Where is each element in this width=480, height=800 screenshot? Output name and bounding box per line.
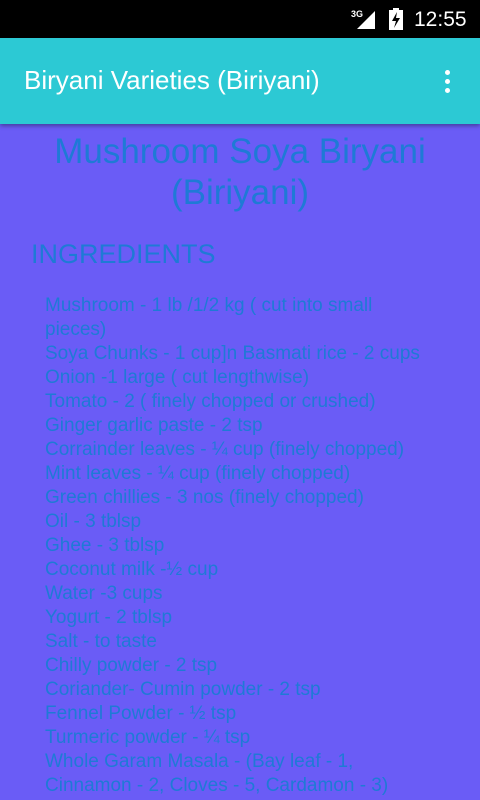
ingredient-line: Tomato - 2 ( finely chopped or crushed) xyxy=(45,391,376,412)
ingredient-line: Chilly powder - 2 tsp xyxy=(45,655,218,676)
overflow-menu-button[interactable] xyxy=(432,62,462,100)
ingredient-line: Oil - 3 tblsp xyxy=(45,511,142,532)
recipe-title-line: (Biriyani) xyxy=(170,173,310,212)
ingredient-line: Fennel Powder - ½ tsp xyxy=(45,703,237,724)
battery-charging-icon xyxy=(389,8,403,30)
ingredients-list: Mushroom - 1 lb /1/2 kg ( cut into small… xyxy=(45,294,475,798)
ingredient-line: Corrainder leaves - ¼ cup (finely choppe… xyxy=(45,439,405,460)
recipe-content[interactable]: Mushroom Soya Biryani (Biriyani) INGREDI… xyxy=(0,124,480,800)
ingredient-line: Green chillies - 3 nos (finely chopped) xyxy=(45,487,364,508)
ingredient-line: Ghee - 3 tblsp xyxy=(45,535,165,556)
ingredient-line: Mushroom - 1 lb /1/2 kg ( cut into small xyxy=(45,295,373,316)
status-time: 12:55 xyxy=(414,8,467,31)
ingredient-line: Onion -1 large ( cut lengthwise) xyxy=(45,367,310,388)
more-vert-icon xyxy=(444,69,450,75)
ingredient-line: Coriander- Cumin powder - 2 tsp xyxy=(45,679,321,700)
ingredient-line: Ginger garlic paste - 2 tsp xyxy=(45,415,263,436)
ingredient-line: pieces) xyxy=(45,319,107,340)
ingredient-line: Yogurt - 2 tblsp xyxy=(45,607,173,628)
ingredient-line: Mint leaves - ¼ cup (finely chopped) xyxy=(45,463,351,484)
recipe-title: Mushroom Soya Biryani (Biriyani) xyxy=(0,131,480,213)
ingredient-line: Turmeric powder - ¼ tsp xyxy=(45,727,251,748)
recipe-title-line: Mushroom Soya Biryani xyxy=(54,132,426,171)
ingredient-line: Coconut milk -½ cup xyxy=(45,559,219,580)
ingredient-line: Water -3 cups xyxy=(45,583,163,604)
ingredient-line: Cinnamon - 2, Cloves - 5, Cardamon - 3) xyxy=(45,775,389,796)
more-vert-icon-dot xyxy=(444,87,450,93)
ingredients-heading: INGREDIENTS xyxy=(31,239,216,269)
ingredient-line: Whole Garam Masala - (Bay leaf - 1, xyxy=(45,751,354,772)
more-vert-icon-dot xyxy=(444,78,450,84)
ingredient-line: Soya Chunks - 1 cup]n Basmati rice - 2 c… xyxy=(45,343,420,364)
app-bar: Biryani Varieties (Biriyani) xyxy=(0,38,480,124)
ingredient-line: Salt - to taste xyxy=(45,631,157,652)
app-title: Biryani Varieties (Biriyani) xyxy=(24,65,320,95)
signal-icon xyxy=(357,11,375,29)
status-bar: 3G 12:55 xyxy=(0,0,480,38)
